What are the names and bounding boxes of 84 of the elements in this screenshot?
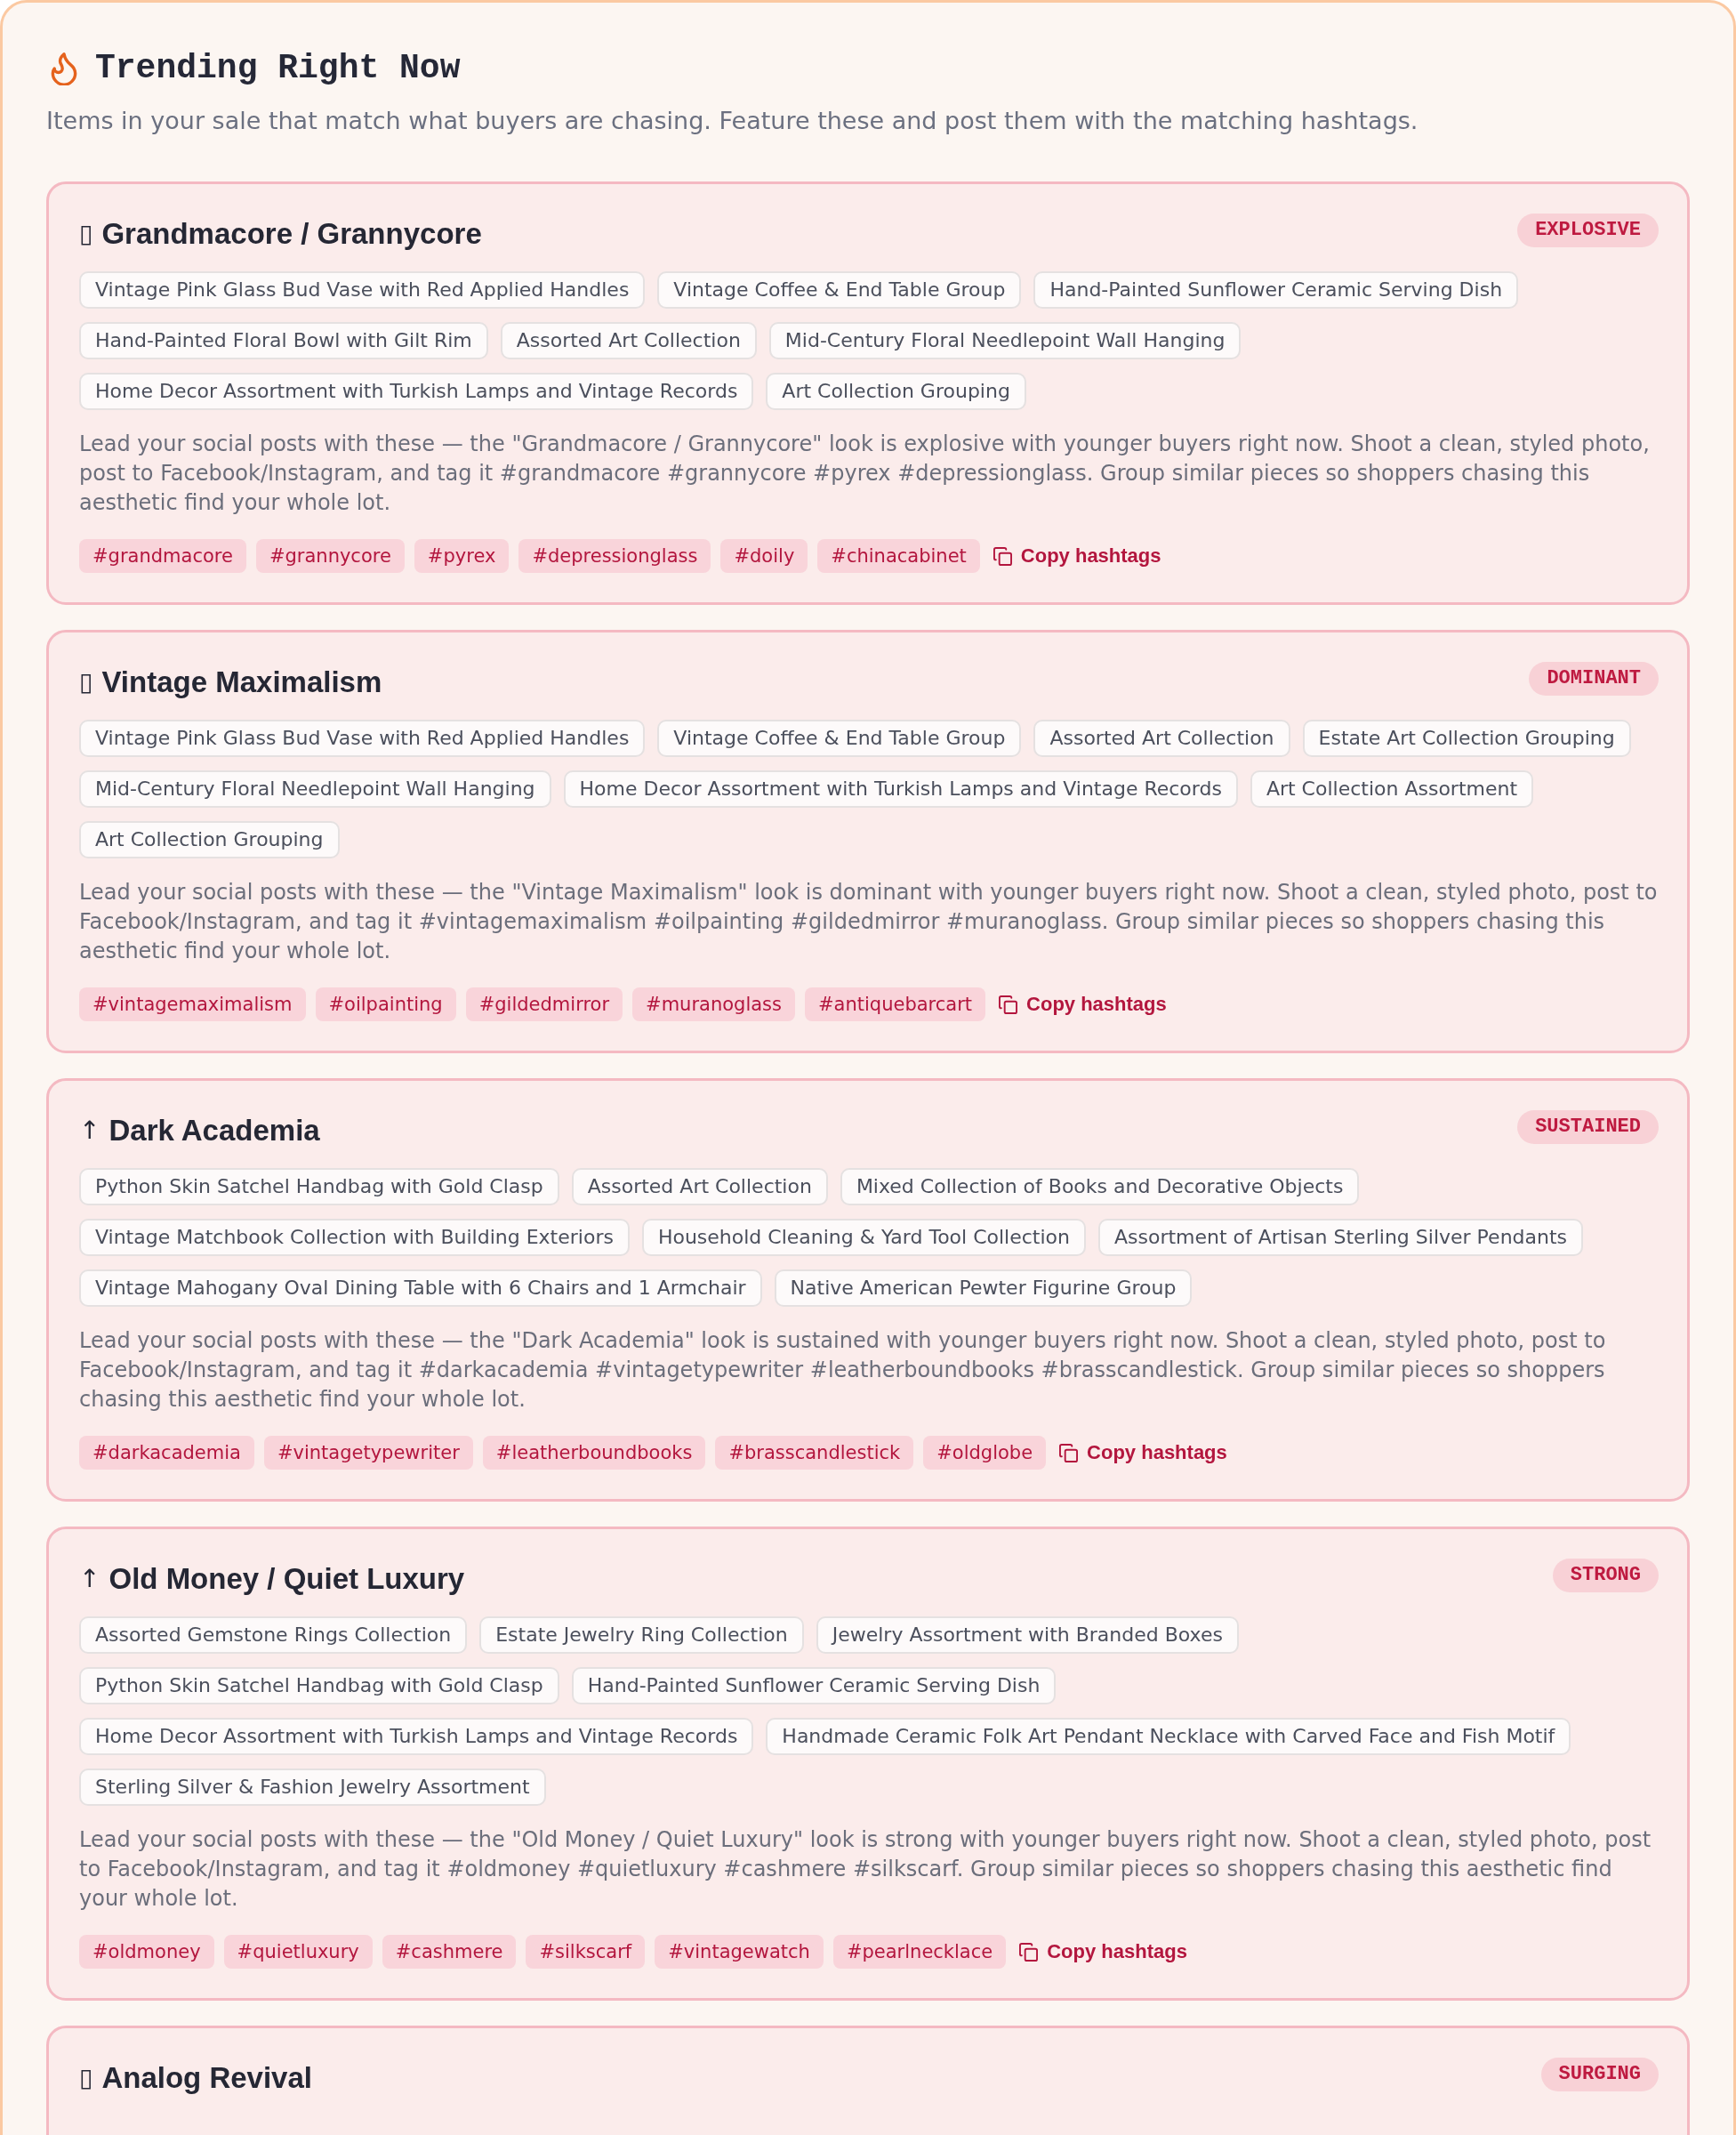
trend-title: Vintage Maximalism [101,665,382,700]
item-tag: Assorted Art Collection [571,1168,828,1205]
item-tag: Python Skin Satchel Handbag with Gold Clasp [79,1168,559,1205]
copy-hashtags-button[interactable]: Copy hashtags [1016,1935,1191,1969]
item-tag: Assortment of Artisan Sterling Silver Pendants [1098,1219,1584,1256]
item-tag: Vintage Pink Glass Bud Vase with Red Applied Handles [79,271,646,309]
item-tag: Assorted Art Collection [500,322,757,359]
item-tag: Handmade Ceramic Folk Art Pendant Necklace with Carved Face and Fish Motif [766,1718,1571,1755]
trend-icon: ▯ [79,2058,93,2098]
copy-icon [999,995,1018,1014]
item-tag: Vintage Matchbook Collection with Building Exteriors [79,1219,630,1256]
item-tag: Estate Jewelry Ring Collection [479,1616,804,1654]
hashtag-tag: #muranoglass [632,987,795,1021]
page-subtitle: Items in your sale that match what buyers are chasing. Feature these and post them with the matching hashtags. [46,106,1419,136]
copy-hashtags-button[interactable]: Copy hashtags [989,539,1165,573]
hashtag-tag: #oldmoney [79,1935,214,1969]
item-tag: Art Collection Grouping [766,373,1026,410]
hashtag-tag: #vintagemaximalism [79,987,306,1021]
item-tag: Home Decor Assortment with Turkish Lamps and Vintage Records [79,373,754,410]
item-tag: Estate Art Collection Grouping [1302,720,1631,757]
item-tag: Home Decor Assortment with Turkish Lamps and Vintage Records [563,770,1238,808]
page-title: Trending Right Now [95,49,461,88]
momentum-badge: STRONG [1552,1559,1659,1592]
momentum-badge: DOMINANT [1529,662,1659,696]
trend-description: Lead your social posts with these — the "Old Money / Quiet Luxury" look is strong with younger buyers right now. Shoot a clean, styled photo, post to Facebook/Instagram, and tag it #oldmoney #quietluxury #cashmere #silkscarf. Group similar pieces so shoppers chasing this aesthetic find your whole lot. [79,1826,1652,1913]
copy-icon [1059,1443,1079,1462]
item-tag: Art Collection Assortment [1250,770,1534,808]
copy-icon [1019,1942,1039,1962]
item-tag: Household Cleaning & Yard Tool Collection [641,1219,1086,1256]
hashtag-tag: #depressionglass [518,539,711,573]
item-tag: Home Decor Assortment with Turkish Lamps and Vintage Records [79,1718,754,1755]
item-tag: Jewelry Assortment with Branded Boxes [816,1616,1239,1654]
momentum-badge: SUSTAINED [1517,1110,1659,1144]
trend-icon: ▯ [79,663,93,702]
hashtag-tag: #brasscandlestick [715,1436,914,1470]
item-tag: Vintage Mahogany Oval Dining Table with 6 Chairs and 1 Armchair [79,1269,762,1307]
hashtag-tag: #oilpainting [315,987,456,1021]
item-tag: Native American Pewter Figurine Group [774,1269,1193,1307]
trend-icon: ▯ [79,214,93,254]
trend-icon: ↑ [79,1559,100,1599]
trend-title: Analog Revival [101,2060,312,2096]
hashtag-tag: #leatherboundbooks [482,1436,706,1470]
item-tag: Vintage Pink Glass Bud Vase with Red Applied Handles [79,720,646,757]
hashtag-tag: #gildedmirror [465,987,623,1021]
flame-icon [51,52,77,85]
hashtag-tag: #silkscarf [526,1935,646,1969]
item-tag: Art Collection Grouping [79,821,340,858]
hashtag-tag: #vintagetypewriter [263,1436,473,1470]
copy-icon [993,546,1012,566]
item-tag: Hand-Painted Sunflower Ceramic Serving Dish [1033,271,1519,309]
copy-hashtags-button[interactable]: Copy hashtags [995,987,1170,1021]
hashtag-tag: #cashmere [382,1935,517,1969]
hashtag-tag: #grandmacore [79,539,246,573]
trend-title: Dark Academia [108,1113,320,1148]
momentum-badge: EXPLOSIVE [1517,214,1659,247]
hashtag-tag: #antiquebarcart [805,987,986,1021]
trend-description: Lead your social posts with these — the "Grandmacore / Grannycore" look is explosive with younger buyers right now. Shoot a clean, styled photo, post to Facebook/Instagram, and tag it #grandmacore #grannycore #pyrex #depressionglass. Group similar pieces so shoppers chasing this aesthetic find your whole lot. [79,431,1651,517]
trend-description: Lead your social posts with these — the "Dark Academia" look is sustained with younger buyers right now. Shoot a clean, styled photo, post to Facebook/Instagram, and tag it #darkacademia #vintagetypewriter #leatherboundbooks #brasscandlestick. Group similar pieces so shoppers chasing this aesthetic find your whole lot. [79,1327,1607,1414]
hashtag-tag: #quietluxury [223,1935,373,1969]
item-tag: Sterling Silver & Fashion Jewelry Assortment [79,1768,546,1806]
hashtag-tag: #pearlnecklace [832,1935,1007,1969]
trend-title: Old Money / Quiet Luxury [108,1561,465,1597]
hashtag-tag: #vintagewatch [655,1935,824,1969]
item-tag: Vintage Coffee & End Table Group [657,720,1022,757]
hashtag-tag: #darkacademia [79,1436,254,1470]
trend-description: Lead your social posts with these — the "Vintage Maximalism" look is dominant with younger buyers right now. Shoot a clean, styled photo, post to Facebook/Instagram, and tag it #vintagemaximalism #oilpainting #gildedmirror #muranoglass. Group similar pieces so shoppers chasing this aesthetic find your whole lot. [79,879,1659,965]
hashtag-tag: #pyrex [414,539,510,573]
hashtag-tag: #grannycore [255,539,405,573]
hashtag-tag: #doily [720,539,808,573]
trend-title: Grandmacore / Grannycore [101,216,482,252]
item-tag: Mid-Century Floral Needlepoint Wall Hanging [768,322,1242,359]
item-tag: Assorted Gemstone Rings Collection [79,1616,468,1654]
hashtag-tag: #chinacabinet [817,539,980,573]
copy-hashtags-button[interactable]: Copy hashtags [1056,1436,1231,1470]
item-tag: Hand-Painted Floral Bowl with Gilt Rim [79,322,488,359]
item-tag: Hand-Painted Sunflower Ceramic Serving Dish [571,1667,1057,1704]
item-tag: Assorted Art Collection [1033,720,1290,757]
item-tag: Mid-Century Floral Needlepoint Wall Hanging [79,770,551,808]
momentum-badge: SURGING [1540,2058,1659,2091]
item-tag: Mixed Collection of Books and Decorative Objects [840,1168,1360,1205]
trend-icon: ↑ [79,1111,100,1150]
item-tag: Python Skin Satchel Handbag with Gold Clasp [79,1667,559,1704]
hashtag-tag: #oldglobe [923,1436,1047,1470]
item-tag: Vintage Coffee & End Table Group [657,271,1022,309]
